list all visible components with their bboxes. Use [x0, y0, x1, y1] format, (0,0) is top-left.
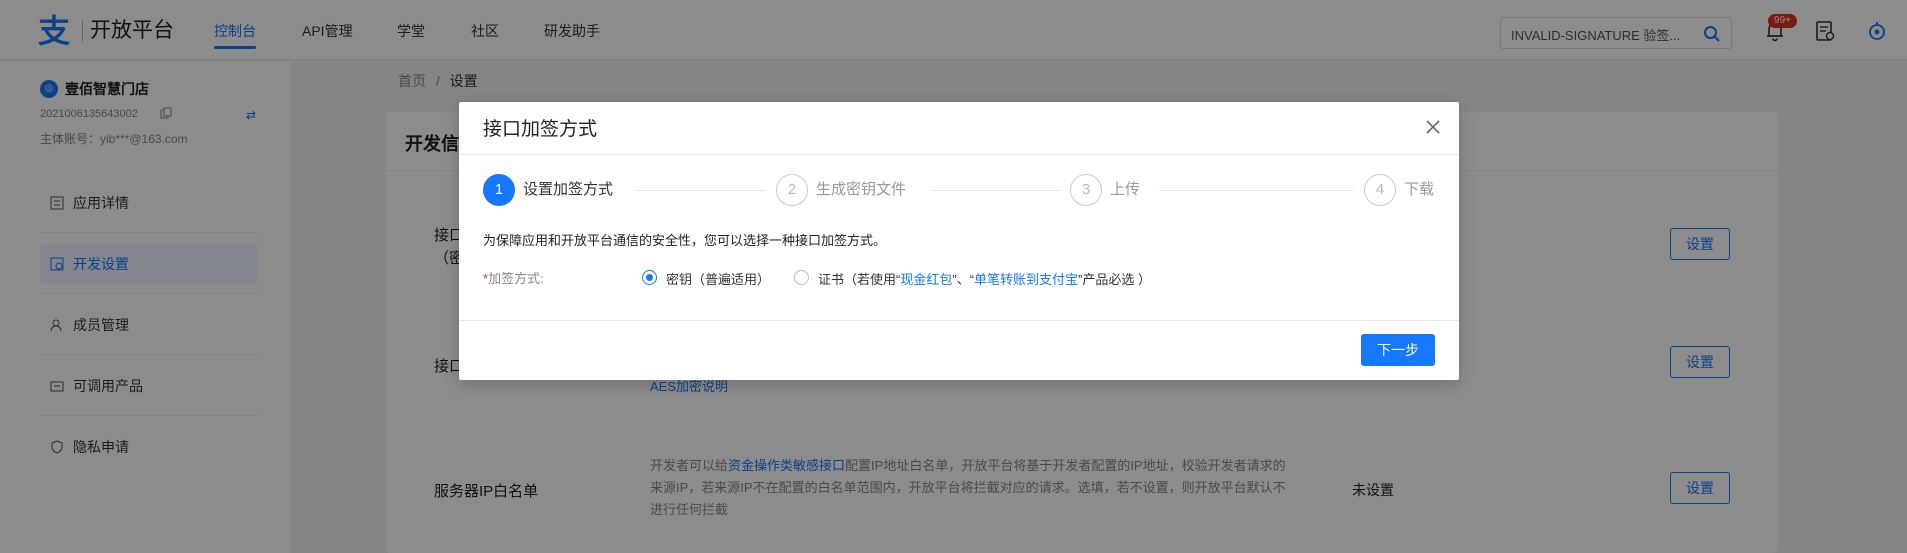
modal-header-divider	[459, 154, 1459, 155]
radio-certificate[interactable]	[794, 270, 809, 285]
step-3-circle: 3	[1070, 174, 1102, 206]
radio-key-label[interactable]: 密钥（普遍适用）	[666, 269, 770, 288]
step-connector	[931, 190, 1061, 191]
cert-text: 证书（若使用“	[818, 272, 901, 287]
modal-title: 接口加签方式	[483, 119, 598, 140]
step-3-label: 上传	[1110, 181, 1141, 198]
step-4-label: 下载	[1404, 181, 1435, 198]
step-4-circle: 4	[1364, 174, 1396, 206]
next-step-button[interactable]: 下一步	[1361, 334, 1435, 366]
step-1-circle: 1	[483, 174, 515, 206]
radio-key[interactable]	[642, 270, 657, 285]
step-2-label: 生成密钥文件	[816, 181, 907, 198]
step-connector	[636, 190, 766, 191]
signing-method-label: *加签方式:	[483, 268, 544, 287]
close-icon[interactable]	[1424, 118, 1442, 136]
step-1-label: 设置加签方式	[523, 181, 614, 198]
cert-text: ”、“	[952, 272, 975, 287]
signing-method-modal: 接口加签方式 1 设置加签方式 2 生成密钥文件 3 上传 4 下载 为保障应用…	[459, 102, 1459, 380]
radio-certificate-label[interactable]: 证书（若使用“现金红包”、“单笔转账到支付宝”产品必选 ）	[818, 269, 1151, 288]
single-transfer-link[interactable]: 单笔转账到支付宝	[974, 272, 1078, 287]
modal-intro-text: 为保障应用和开放平台通信的安全性，您可以选择一种接口加签方式。	[483, 233, 887, 248]
modal-footer-divider	[459, 320, 1459, 321]
step-2-circle: 2	[776, 174, 808, 206]
step-connector	[1159, 190, 1354, 191]
cash-red-packet-link[interactable]: 现金红包	[900, 272, 952, 287]
form-label-text: 加签方式:	[488, 271, 544, 286]
cert-text: ”产品必选 ）	[1078, 272, 1151, 287]
